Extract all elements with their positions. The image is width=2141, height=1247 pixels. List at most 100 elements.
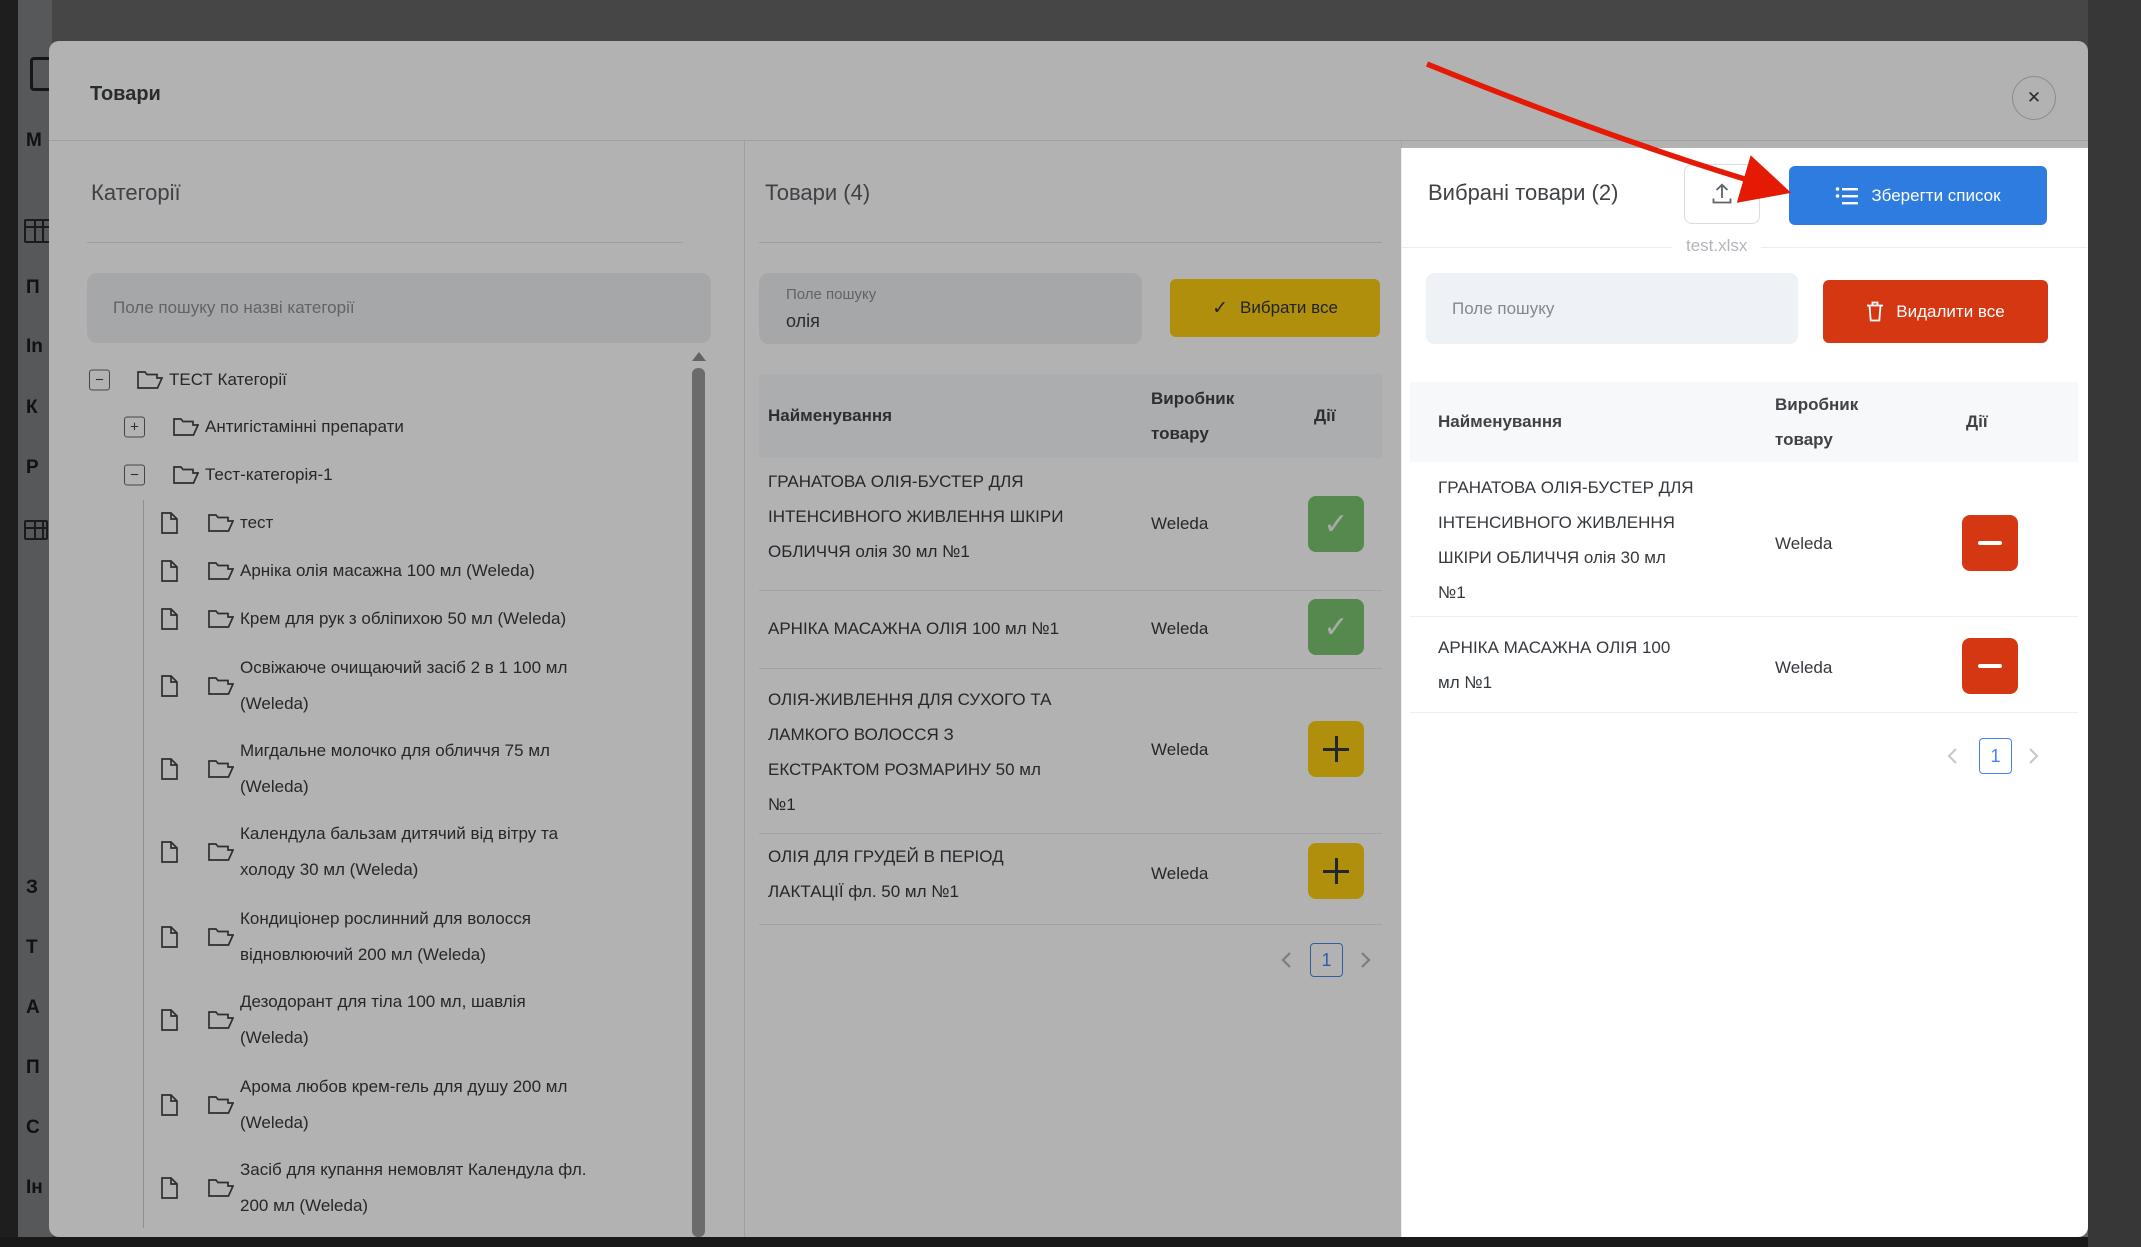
tree-item[interactable]: − ТЕСТ Категорії [89, 362, 709, 398]
pagination-page-1[interactable]: 1 [1979, 738, 2012, 774]
folder-icon [208, 676, 234, 696]
sidebar-item-label: З [26, 876, 38, 900]
document-icon [161, 560, 178, 582]
minus-icon [1978, 664, 2002, 668]
row-divider [1410, 712, 2078, 713]
product-added-button[interactable]: ✓ [1308, 599, 1364, 655]
folder-icon [173, 465, 199, 485]
document-icon [161, 841, 178, 863]
upload-icon [1710, 182, 1734, 206]
folder-icon [208, 1095, 234, 1115]
categories-title: Категорії [91, 180, 181, 206]
pagination-next-button[interactable] [1356, 948, 1374, 977]
row-divider [759, 924, 1382, 925]
product-manufacturer: Weleda [1151, 740, 1208, 760]
column-header-name: Найменування [768, 398, 892, 433]
tree-item-label: Календула бальзам дитячий від вітру та х… [240, 816, 558, 888]
divider [49, 140, 2088, 141]
tree-item[interactable]: + Антигістамінні препарати [89, 409, 709, 445]
folder-icon [208, 759, 234, 779]
pagination-next-button[interactable] [2024, 744, 2042, 773]
tree-item[interactable]: Дезодорант для тіла 100 мл, шавлія (Wele… [89, 984, 709, 1056]
column-separator [744, 141, 745, 1237]
product-name: ОЛІЯ-ЖИВЛЕННЯ ДЛЯ СУХОГО ТА ЛАМКОГО ВОЛО… [768, 682, 1078, 822]
tree-item-label: тест [240, 505, 273, 541]
chevron-right-icon [2024, 744, 2042, 768]
product-manufacturer: Weleda [1151, 619, 1208, 639]
close-button[interactable]: ✕ [2012, 76, 2056, 120]
delete-all-button[interactable]: Видалити все [1823, 280, 2048, 343]
document-icon [161, 1009, 178, 1031]
tree-expand-toggle[interactable]: + [124, 417, 145, 438]
products-title: Товари (4) [765, 180, 870, 206]
check-icon: ✓ [1212, 297, 1228, 320]
plus-icon [1323, 736, 1349, 762]
sidebar-item-label: П [26, 276, 40, 300]
document-icon [161, 608, 178, 630]
save-list-label: Зберегти список [1871, 186, 2000, 206]
remove-product-button[interactable] [1962, 515, 2018, 571]
category-search-input[interactable] [87, 273, 711, 343]
app-left-rail [0, 0, 18, 1247]
row-divider [759, 833, 1382, 834]
tree-item[interactable]: Засіб для купання немовлят Календула фл.… [89, 1152, 709, 1224]
tree-item[interactable]: Арніка олія масажна 100 мл (Weleda) [89, 553, 709, 589]
tree-item-label: Антигістамінні препарати [205, 409, 404, 445]
select-all-button[interactable]: ✓ Вибрати все [1170, 279, 1380, 337]
product-added-button[interactable]: ✓ [1308, 496, 1364, 552]
product-name: ГРАНАТОВА ОЛІЯ-БУСТЕР ДЛЯ ІНТЕНСИВНОГО Ж… [768, 464, 1078, 569]
folder-icon [208, 842, 234, 862]
tree-item-label: ТЕСТ Категорії [169, 362, 287, 398]
tree-item-label: Тест-категорія-1 [205, 457, 333, 493]
column-header-actions: Дії [1314, 398, 1336, 433]
sidebar-item-label: Р [26, 456, 39, 480]
product-name: ОЛІЯ ДЛЯ ГРУДЕЙ В ПЕРІОД ЛАКТАЦІЇ фл. 50… [768, 839, 1078, 909]
delete-all-label: Видалити все [1896, 302, 2004, 322]
tree-item-label: Арніка олія масажна 100 мл (Weleda) [240, 553, 535, 589]
document-icon [161, 1177, 178, 1199]
products-search-label: Поле пошуку [786, 286, 876, 303]
product-name: АРНІКА МАСАЖНА ОЛІЯ 100 мл №1 [768, 611, 1078, 646]
remove-product-button[interactable] [1962, 638, 2018, 694]
tree-collapse-toggle[interactable]: − [89, 370, 110, 391]
product-add-button[interactable] [1308, 721, 1364, 777]
selected-search-input[interactable] [1426, 273, 1798, 344]
tree-collapse-toggle[interactable]: − [124, 465, 145, 486]
screen: М П Іn К Р З Т А П С Ін Товари ✕ Категор… [0, 0, 2141, 1247]
chevron-right-icon [1356, 948, 1374, 972]
pagination-prev-button[interactable] [1278, 948, 1296, 977]
divider [87, 242, 683, 243]
scrollbar-up-arrow[interactable] [692, 352, 706, 361]
plus-icon [1323, 858, 1349, 884]
pagination-page-1[interactable]: 1 [1310, 943, 1343, 977]
products-search[interactable]: Поле пошуку олія [759, 273, 1142, 344]
list-icon [1835, 186, 1859, 206]
tree-item[interactable]: Календула бальзам дитячий від вітру та х… [89, 816, 709, 888]
pagination-prev-button[interactable] [1944, 744, 1962, 773]
tree-item[interactable]: − Тест-категорія-1 [89, 457, 709, 493]
tree-item[interactable]: Арома любов крем-гель для душу 200 мл (W… [89, 1069, 709, 1141]
column-header-manufacturer: Виробник товару [1775, 387, 1895, 457]
upload-button[interactable] [1684, 164, 1760, 224]
sidebar-item-label: Ін [26, 1176, 43, 1200]
modal-title: Товари [90, 83, 161, 106]
chevron-left-icon [1278, 948, 1296, 972]
check-icon: ✓ [1323, 610, 1348, 645]
tree-item[interactable]: тест [89, 505, 709, 541]
row-divider [759, 668, 1382, 669]
tree-item[interactable]: Крем для рук з обліпихою 50 мл (Weleda) [89, 601, 709, 637]
close-icon: ✕ [2027, 88, 2041, 108]
scrollbar-thumb[interactable] [692, 368, 705, 1237]
product-add-button[interactable] [1308, 843, 1364, 899]
tree-item[interactable]: Мигдальне молочко для обличчя 75 мл (Wel… [89, 733, 709, 805]
column-header-name: Найменування [1438, 404, 1562, 439]
save-list-button[interactable]: Зберегти список [1789, 166, 2047, 225]
tree-item[interactable]: Кондиціонер рослинний для волосся віднов… [89, 901, 709, 973]
sidebar-item-label: Іn [26, 335, 43, 359]
document-icon [161, 1094, 178, 1116]
selected-product-name: АРНІКА МАСАЖНА ОЛІЯ 100 мл №1 [1438, 630, 1728, 700]
select-all-label: Вибрати все [1240, 298, 1338, 318]
tree-item[interactable]: Освіжаюче очищаючий засіб 2 в 1 100 мл (… [89, 650, 709, 722]
column-header-manufacturer: Виробник товару [1151, 381, 1269, 451]
folder-icon [208, 561, 234, 581]
